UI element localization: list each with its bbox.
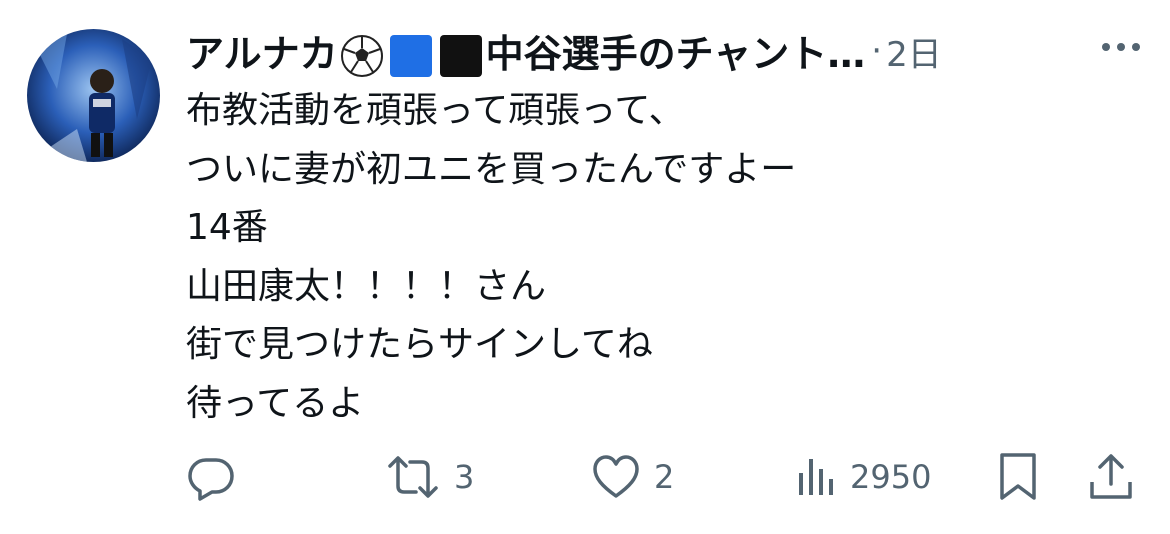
bookmark-button[interactable] (998, 444, 1038, 510)
post-body-line: 街で見つけたらサインしてね (186, 324, 653, 365)
share-icon (1090, 454, 1132, 499)
author-name-text: アルナカ (186, 31, 338, 76)
post-body-line: 山田康太！！！！さん (186, 265, 547, 307)
views-count: 2950 (850, 458, 932, 496)
timestamp[interactable]: 2日 (886, 27, 942, 76)
share-button[interactable] (1088, 444, 1134, 510)
like-count: 2 (654, 458, 675, 496)
post-body-line: ついに妻が初ユニを買ったんですよー (186, 148, 797, 190)
post-body-line: 布教活動を頑張って頑張って、 (186, 90, 685, 131)
repost-icon (388, 456, 438, 498)
views-button[interactable]: 2950 (796, 444, 931, 510)
avatar[interactable] (27, 29, 160, 162)
like-button[interactable]: 2 (592, 444, 674, 510)
post-header: アルナカ 中谷選手のチャント… · 2日 (186, 22, 1146, 80)
action-bar: 3 2 2950 (186, 444, 1146, 510)
bookmark-icon (1000, 453, 1036, 500)
post-body: 布教活動を頑張って頑張って、 ついに妻が初ユニを買ったんですよー 14番 山田康… (186, 82, 1136, 433)
author-name[interactable]: アルナカ 中谷選手のチャント… (186, 23, 865, 80)
repost-button[interactable]: 3 (386, 444, 474, 510)
reply-button[interactable] (186, 444, 250, 510)
post-body-line: 待ってるよ (186, 382, 365, 424)
post-body-line: 14番 (186, 207, 268, 248)
reply-icon (188, 458, 234, 501)
author-name-suffix: 中谷選手のチャント… (485, 31, 866, 76)
black-square-icon (438, 33, 484, 79)
more-button[interactable] (1096, 22, 1146, 72)
avatar-image (27, 29, 160, 162)
soccer-ball-icon (340, 34, 384, 78)
repost-count: 3 (454, 458, 475, 496)
blue-square-icon (388, 33, 434, 79)
separator-dot: · (871, 31, 883, 71)
more-dots-icon (1102, 43, 1140, 51)
heart-icon (593, 455, 639, 498)
views-bar-chart-icon (799, 459, 833, 495)
